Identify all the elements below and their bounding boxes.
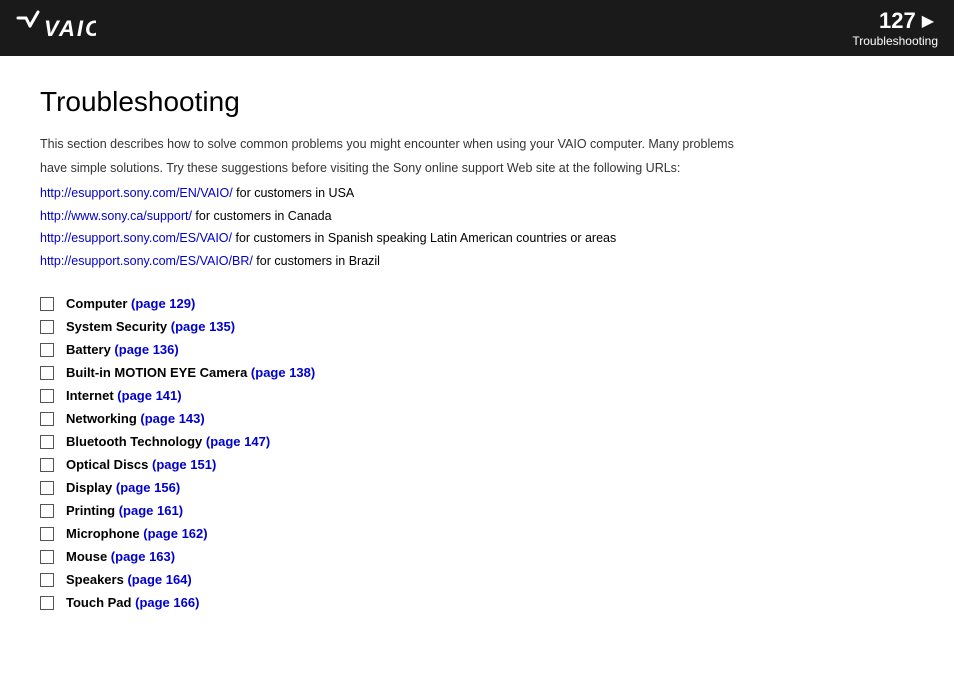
- toc-text: Display (page 156): [66, 480, 180, 495]
- toc-label: Speakers: [66, 572, 127, 587]
- toc-item: Internet (page 141): [40, 388, 914, 403]
- toc-text: Internet (page 141): [66, 388, 182, 403]
- toc-item: Speakers (page 164): [40, 572, 914, 587]
- vaio-logo: VAIO: [16, 10, 96, 46]
- link-usa[interactable]: http://esupport.sony.com/EN/VAIO/: [40, 186, 233, 200]
- toc-text: System Security (page 135): [66, 319, 235, 334]
- content-area: Troubleshooting This section describes h…: [0, 56, 954, 648]
- toc-text: Computer (page 129): [66, 296, 195, 311]
- toc-checkbox: [40, 481, 54, 495]
- header: VAIO 127 ▶ Troubleshooting: [0, 0, 954, 56]
- toc-text: Printing (page 161): [66, 503, 183, 518]
- toc-item: Mouse (page 163): [40, 549, 914, 564]
- toc-checkbox: [40, 550, 54, 564]
- toc-text: Touch Pad (page 166): [66, 595, 199, 610]
- toc-page-ref[interactable]: (page 143): [140, 411, 204, 426]
- toc-label: Internet: [66, 388, 117, 403]
- support-links: http://esupport.sony.com/EN/VAIO/ for cu…: [40, 182, 914, 272]
- toc-item: Computer (page 129): [40, 296, 914, 311]
- toc-checkbox: [40, 573, 54, 587]
- toc-checkbox: [40, 343, 54, 357]
- toc-item: System Security (page 135): [40, 319, 914, 334]
- toc-text: Mouse (page 163): [66, 549, 175, 564]
- toc-text: Optical Discs (page 151): [66, 457, 216, 472]
- link-canada[interactable]: http://www.sony.ca/support/: [40, 209, 192, 223]
- toc-page-ref[interactable]: (page 147): [206, 434, 270, 449]
- toc-item: Bluetooth Technology (page 147): [40, 434, 914, 449]
- toc-checkbox: [40, 435, 54, 449]
- link-brazil[interactable]: http://esupport.sony.com/ES/VAIO/BR/: [40, 254, 253, 268]
- toc-label: Optical Discs: [66, 457, 152, 472]
- link-latin[interactable]: http://esupport.sony.com/ES/VAIO/: [40, 231, 232, 245]
- toc-page-ref[interactable]: (page 164): [127, 572, 191, 587]
- toc-page-ref[interactable]: (page 141): [117, 388, 181, 403]
- toc-text: Bluetooth Technology (page 147): [66, 434, 270, 449]
- page-title: Troubleshooting: [40, 86, 914, 118]
- toc-label: Microphone: [66, 526, 143, 541]
- toc-checkbox: [40, 389, 54, 403]
- toc-item: Networking (page 143): [40, 411, 914, 426]
- intro-text-line1: This section describes how to solve comm…: [40, 134, 914, 154]
- toc-checkbox: [40, 412, 54, 426]
- toc-text: Microphone (page 162): [66, 526, 208, 541]
- toc-page-ref[interactable]: (page 156): [116, 480, 180, 495]
- link-line-4: http://esupport.sony.com/ES/VAIO/BR/ for…: [40, 250, 914, 273]
- toc-page-ref[interactable]: (page 166): [135, 595, 199, 610]
- toc-label: Battery: [66, 342, 114, 357]
- toc-checkbox: [40, 596, 54, 610]
- toc-label: Computer: [66, 296, 131, 311]
- toc-label: Bluetooth Technology: [66, 434, 206, 449]
- toc-item: Printing (page 161): [40, 503, 914, 518]
- toc-text: Speakers (page 164): [66, 572, 192, 587]
- toc-page-ref[interactable]: (page 138): [251, 365, 315, 380]
- link-canada-suffix: for customers in Canada: [192, 209, 332, 223]
- toc-page-ref[interactable]: (page 135): [171, 319, 235, 334]
- toc-label: Printing: [66, 503, 119, 518]
- link-latin-suffix: for customers in Spanish speaking Latin …: [232, 231, 616, 245]
- toc-label: Networking: [66, 411, 140, 426]
- toc-label: Mouse: [66, 549, 111, 564]
- toc-page-ref[interactable]: (page 151): [152, 457, 216, 472]
- toc-label: Display: [66, 480, 116, 495]
- toc-item: Touch Pad (page 166): [40, 595, 914, 610]
- intro-text-line2: have simple solutions. Try these suggest…: [40, 158, 914, 178]
- arrow-icon: ▶: [922, 11, 934, 31]
- toc-item: Battery (page 136): [40, 342, 914, 357]
- toc-text: Networking (page 143): [66, 411, 205, 426]
- toc-checkbox: [40, 504, 54, 518]
- toc-checkbox: [40, 527, 54, 541]
- toc-list: Computer (page 129) System Security (page…: [40, 296, 914, 610]
- toc-label: Built-in MOTION EYE Camera: [66, 365, 251, 380]
- header-page-info: 127 ▶ Troubleshooting: [852, 8, 938, 48]
- toc-item: Microphone (page 162): [40, 526, 914, 541]
- toc-text: Battery (page 136): [66, 342, 179, 357]
- link-brazil-suffix: for customers in Brazil: [253, 254, 380, 268]
- toc-text: Built-in MOTION EYE Camera (page 138): [66, 365, 315, 380]
- toc-label: System Security: [66, 319, 171, 334]
- toc-checkbox: [40, 366, 54, 380]
- toc-checkbox: [40, 458, 54, 472]
- toc-page-ref[interactable]: (page 161): [119, 503, 183, 518]
- link-line-3: http://esupport.sony.com/ES/VAIO/ for cu…: [40, 227, 914, 250]
- toc-page-ref[interactable]: (page 129): [131, 296, 195, 311]
- link-line-2: http://www.sony.ca/support/ for customer…: [40, 205, 914, 228]
- link-line-1: http://esupport.sony.com/EN/VAIO/ for cu…: [40, 182, 914, 205]
- toc-item: Display (page 156): [40, 480, 914, 495]
- link-usa-suffix: for customers in USA: [233, 186, 355, 200]
- toc-item: Built-in MOTION EYE Camera (page 138): [40, 365, 914, 380]
- toc-label: Touch Pad: [66, 595, 135, 610]
- toc-item: Optical Discs (page 151): [40, 457, 914, 472]
- page-number: 127: [879, 8, 916, 34]
- toc-checkbox: [40, 320, 54, 334]
- toc-page-ref[interactable]: (page 136): [114, 342, 178, 357]
- svg-text:VAIO: VAIO: [44, 16, 96, 41]
- toc-page-ref[interactable]: (page 162): [143, 526, 207, 541]
- section-title: Troubleshooting: [852, 34, 938, 48]
- toc-checkbox: [40, 297, 54, 311]
- toc-page-ref[interactable]: (page 163): [111, 549, 175, 564]
